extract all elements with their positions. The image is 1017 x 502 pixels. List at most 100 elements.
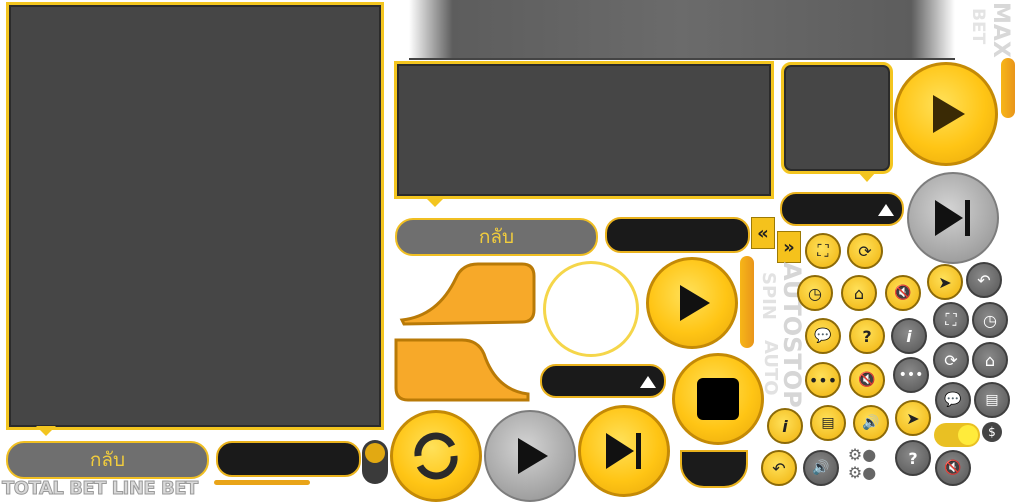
help-icon: ? [908, 448, 918, 468]
spin-play-button[interactable] [894, 62, 998, 166]
chat-icon: 💬 [944, 392, 962, 408]
sound-button-yellow[interactable]: 🔊 [853, 405, 889, 441]
more-button-yellow[interactable]: ••• [805, 362, 841, 398]
toggle-switch[interactable] [934, 423, 980, 447]
paytable-icon: ▤ [985, 392, 999, 408]
value-field-top [605, 217, 750, 253]
orange-tab-bottom[interactable] [392, 334, 532, 404]
skip-yellow-button[interactable] [578, 405, 670, 497]
total-bet-line-bet-label: TOTAL BET LINE BET [2, 478, 199, 500]
undo-button-yellow[interactable]: ↶ [761, 450, 797, 486]
info-icon: i [782, 416, 788, 436]
skip-next-icon [935, 200, 970, 236]
sound-icon: 🔊 [862, 415, 880, 431]
auto-label: AUTO [760, 340, 781, 396]
cursor-button-yellow[interactable]: ➤ [895, 400, 931, 436]
play-icon [933, 95, 965, 133]
rewind-button[interactable]: « [751, 217, 775, 249]
info-icon: i [906, 326, 912, 346]
cashout-button-grey[interactable]: ⟳ [933, 342, 969, 378]
mute-icon: 🔇 [944, 460, 962, 476]
info-button-grey[interactable]: i [891, 318, 927, 354]
undo-icon: ↶ [977, 270, 991, 290]
history-icon: ◷ [808, 283, 822, 303]
play-grey-button[interactable] [484, 410, 576, 502]
cursor-arrow-icon: ➤ [906, 408, 920, 428]
back-button-top[interactable]: กลับ [395, 218, 598, 256]
play-button-mid[interactable] [646, 257, 738, 349]
value-field-bottom [216, 441, 361, 477]
play-icon [518, 438, 548, 474]
mute-button-yellow-2[interactable]: 🔇 [849, 362, 885, 398]
skip-next-icon [606, 433, 641, 469]
fastforward-icon: » [783, 236, 795, 258]
paytable-button-yellow[interactable]: ▤ [810, 405, 846, 441]
chat-button-yellow[interactable]: 💬 [805, 318, 841, 354]
stop-icon [697, 378, 739, 420]
underline-bar [214, 480, 310, 485]
small-dialog-pointer [858, 172, 876, 182]
help-icon: ? [862, 326, 872, 346]
home-button-grey[interactable]: ⌂ [972, 342, 1008, 378]
fullscreen-button-yellow[interactable]: ⛶ [805, 233, 841, 269]
mute-icon: 🔇 [894, 285, 912, 301]
mute-button-yellow[interactable]: 🔇 [885, 275, 921, 311]
loading-ring [543, 261, 639, 357]
paytable-icon: ▤ [821, 415, 835, 431]
side-slider-handle-mid[interactable] [740, 256, 754, 348]
large-dialog-pointer [36, 426, 56, 436]
sound-icon: 🔊 [812, 460, 830, 476]
bet-dropdown[interactable] [780, 192, 904, 226]
mute-button-grey[interactable]: 🔇 [935, 450, 971, 486]
help-button-grey[interactable]: ? [895, 440, 931, 476]
large-dialog-panel [6, 2, 384, 430]
undo-icon: ↶ [772, 458, 786, 478]
home-icon: ⌂ [853, 283, 865, 303]
history-button-yellow[interactable]: ◷ [797, 275, 833, 311]
undo-button-grey[interactable]: ↶ [966, 262, 1002, 298]
dropdown-field-mid[interactable] [540, 364, 666, 398]
skip-grey-button[interactable] [907, 172, 999, 264]
side-slider-handle-top[interactable] [1001, 58, 1015, 118]
mid-dialog-panel [394, 61, 774, 199]
currency-badge: $ [982, 422, 1002, 442]
fullscreen-icon: ⛶ [817, 241, 829, 260]
refresh-icon: ⟳ [944, 350, 958, 370]
cashout-button-yellow[interactable]: ⟳ [847, 233, 883, 269]
cursor-arrow-icon: ➤ [938, 272, 952, 292]
chat-button-grey[interactable]: 💬 [935, 382, 971, 418]
refresh-icon [414, 432, 458, 480]
cursor-button-yellow-2[interactable]: ➤ [927, 264, 963, 300]
more-button-grey[interactable]: ••• [893, 357, 929, 393]
more-icon: ••• [808, 370, 838, 390]
curved-bar-dark [680, 450, 748, 488]
rewind-icon: « [757, 222, 769, 244]
home-button-yellow[interactable]: ⌂ [841, 275, 877, 311]
dropdown-arrow-icon [878, 204, 894, 216]
spin-label: SPIN [758, 272, 779, 320]
fastforward-button[interactable]: » [777, 231, 801, 263]
fullscreen-button-grey[interactable]: ⛶ [933, 302, 969, 338]
play-icon [680, 285, 710, 321]
toggle-vertical[interactable] [362, 440, 388, 484]
top-gradient-bar [409, 0, 955, 60]
bet-label: BET [968, 8, 988, 45]
info-button-yellow[interactable]: i [767, 408, 803, 444]
refresh-icon: ⟳ [858, 241, 872, 261]
toggle-switch-knob [958, 425, 978, 445]
stop-button[interactable] [672, 353, 764, 445]
help-button-yellow[interactable]: ? [849, 318, 885, 354]
mid-dialog-pointer [425, 197, 445, 207]
refresh-button[interactable] [390, 410, 482, 502]
sound-button-grey[interactable]: 🔊 [803, 450, 839, 486]
paytable-button-grey[interactable]: ▤ [974, 382, 1010, 418]
mute-icon: 🔇 [858, 372, 876, 388]
small-dialog-panel [781, 62, 893, 174]
history-button-grey[interactable]: ◷ [972, 302, 1008, 338]
fullscreen-icon: ⛶ [945, 310, 957, 329]
back-button-bottom[interactable]: กลับ [6, 441, 209, 479]
orange-tab-top[interactable] [398, 258, 538, 328]
toggle-vertical-knob [365, 443, 385, 463]
more-icon: ••• [898, 367, 924, 383]
home-icon: ⌂ [984, 350, 996, 370]
